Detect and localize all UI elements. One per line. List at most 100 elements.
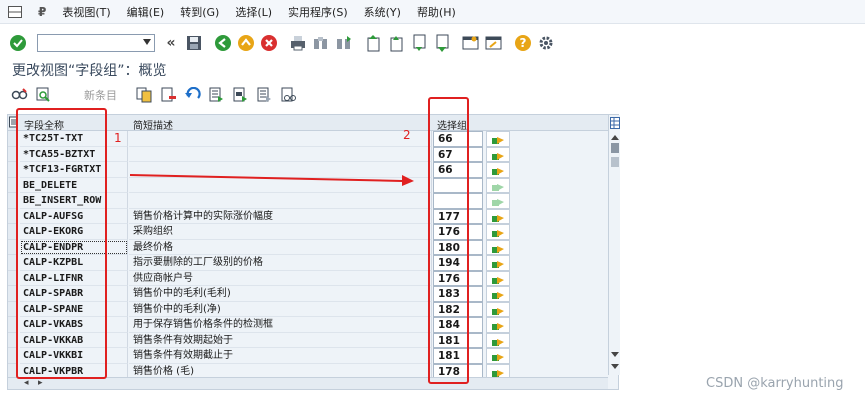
scroll-right-icon[interactable]: ▸ xyxy=(38,378,43,388)
navigate-arrow-icon xyxy=(492,323,504,330)
annotation-label-1: 1 xyxy=(114,131,122,145)
description-cell: 销售条件有效期起始于 xyxy=(129,332,432,348)
menu-bar: ₽ 表视图(T) 编辑(E) 转到(G) 选择(L) 实用程序(S) 系统(Y)… xyxy=(0,0,865,24)
description-cell xyxy=(129,146,432,162)
navigate-arrow-icon xyxy=(492,230,504,237)
navigate-arrow-icon xyxy=(492,338,504,346)
description-cell: 采购组织 xyxy=(129,224,432,240)
copy-icon[interactable] xyxy=(135,85,155,105)
delete-icon[interactable] xyxy=(159,85,179,105)
detail-button[interactable] xyxy=(486,146,510,162)
menu-utilities[interactable]: 实用程序(S) xyxy=(288,4,348,20)
detail-button[interactable] xyxy=(486,208,510,224)
page-title: 更改视图“字段组”：概览 xyxy=(12,63,167,79)
new-entries-button[interactable]: 新条目 xyxy=(84,87,117,103)
navigate-arrow-icon xyxy=(492,168,504,175)
navigate-arrow-icon xyxy=(492,152,504,160)
enter-icon[interactable] xyxy=(8,33,28,53)
command-field[interactable] xyxy=(37,34,155,52)
display-change-icon[interactable] xyxy=(10,85,30,105)
svg-text:?: ? xyxy=(520,36,527,50)
navigate-arrow-icon xyxy=(492,199,504,206)
save-icon[interactable] xyxy=(184,33,204,53)
previous-page-icon[interactable] xyxy=(386,33,406,53)
description-cell: 最终价格 xyxy=(129,239,432,255)
menu-select[interactable]: 选择(L) xyxy=(235,4,272,20)
select-all-icon[interactable] xyxy=(207,85,227,105)
description-cell: 销售价中的毛利(毛利) xyxy=(129,286,432,302)
find-next-icon[interactable] xyxy=(334,33,354,53)
vertical-scrollbar[interactable] xyxy=(608,115,620,375)
select-block-icon[interactable] xyxy=(231,85,251,105)
navigate-arrow-icon xyxy=(492,307,504,315)
next-page-icon[interactable] xyxy=(409,33,429,53)
detail-button[interactable] xyxy=(486,286,510,302)
column-config-icon[interactable] xyxy=(610,117,620,132)
annotation-box-field-names xyxy=(16,108,107,379)
detail-button[interactable] xyxy=(486,332,510,348)
other-view-icon[interactable] xyxy=(34,85,54,105)
shortcut-icon[interactable] xyxy=(484,33,504,53)
standard-toolbar: « ? xyxy=(0,28,865,58)
col-header-description[interactable]: 简短描述 xyxy=(133,117,173,132)
navigate-arrow-icon xyxy=(492,183,504,191)
description-cell: 指示要删除的工厂级别的价格 xyxy=(129,255,432,271)
help-icon[interactable]: ? xyxy=(513,33,533,53)
annotation-arrow xyxy=(130,174,414,186)
navigate-arrow-icon xyxy=(492,245,504,253)
navigate-arrow-icon xyxy=(492,214,504,222)
new-session-icon[interactable] xyxy=(461,33,481,53)
detail-button[interactable] xyxy=(486,193,510,209)
scroll-track[interactable] xyxy=(611,157,619,167)
scroll-left-icon[interactable]: ◂ xyxy=(24,378,29,388)
navigate-arrow-icon xyxy=(492,354,504,361)
sap-logo-icon[interactable]: ₽ xyxy=(38,5,46,19)
exit-icon[interactable] xyxy=(236,33,256,53)
navigate-arrow-icon xyxy=(492,276,504,284)
double-left-icon[interactable]: « xyxy=(161,33,181,53)
detail-button[interactable] xyxy=(486,317,510,333)
description-cell: 销售价中的毛利(净) xyxy=(129,301,432,317)
scroll-down-icon[interactable] xyxy=(611,352,619,357)
description-cell: 供应商帐户号 xyxy=(129,270,432,286)
deselect-all-icon[interactable] xyxy=(255,85,275,105)
undo-icon[interactable] xyxy=(183,85,203,105)
annotation-box-groups xyxy=(428,97,469,384)
detail-button[interactable] xyxy=(486,131,510,147)
scroll-up-icon[interactable] xyxy=(611,135,619,140)
settings-gear-icon[interactable] xyxy=(536,33,556,53)
menu-edit[interactable]: 编辑(E) xyxy=(127,4,165,20)
cancel-icon[interactable] xyxy=(259,33,279,53)
navigate-arrow-icon xyxy=(492,369,504,377)
description-cell: 用于保存销售价格条件的检测框 xyxy=(129,317,432,333)
watermark: CSDN @karryhunting xyxy=(706,376,844,391)
detail-button[interactable] xyxy=(486,270,510,286)
back-icon[interactable] xyxy=(213,33,233,53)
application-toolbar: 新条目 xyxy=(0,84,620,106)
annotation-label-2: 2 xyxy=(403,128,411,142)
system-menu-icon[interactable] xyxy=(8,5,22,18)
description-cell xyxy=(129,131,432,147)
description-cell: 销售价格计算中的实际涨价幅度 xyxy=(129,208,432,224)
description-cell xyxy=(129,193,432,209)
find-icon[interactable] xyxy=(311,33,331,53)
detail-button[interactable] xyxy=(486,255,510,271)
detail-button[interactable] xyxy=(486,301,510,317)
scroll-thumb[interactable] xyxy=(611,143,619,153)
menu-table-view[interactable]: 表视图(T) xyxy=(62,4,110,20)
detail-button[interactable] xyxy=(486,348,510,364)
last-page-icon[interactable] xyxy=(432,33,452,53)
menu-system[interactable]: 系统(Y) xyxy=(364,4,401,20)
first-page-icon[interactable] xyxy=(363,33,383,53)
detail-button[interactable] xyxy=(486,239,510,255)
detail-button[interactable] xyxy=(486,224,510,240)
scroll-end-icon[interactable] xyxy=(611,364,619,369)
detail-button[interactable] xyxy=(486,177,510,193)
print-icon[interactable] xyxy=(288,33,308,53)
detail-button[interactable] xyxy=(486,162,510,178)
glasses-icon[interactable] xyxy=(279,85,299,105)
chevron-down-icon[interactable] xyxy=(143,39,151,45)
navigate-arrow-icon xyxy=(492,137,504,144)
menu-goto[interactable]: 转到(G) xyxy=(180,4,219,20)
menu-help[interactable]: 帮助(H) xyxy=(417,4,456,20)
